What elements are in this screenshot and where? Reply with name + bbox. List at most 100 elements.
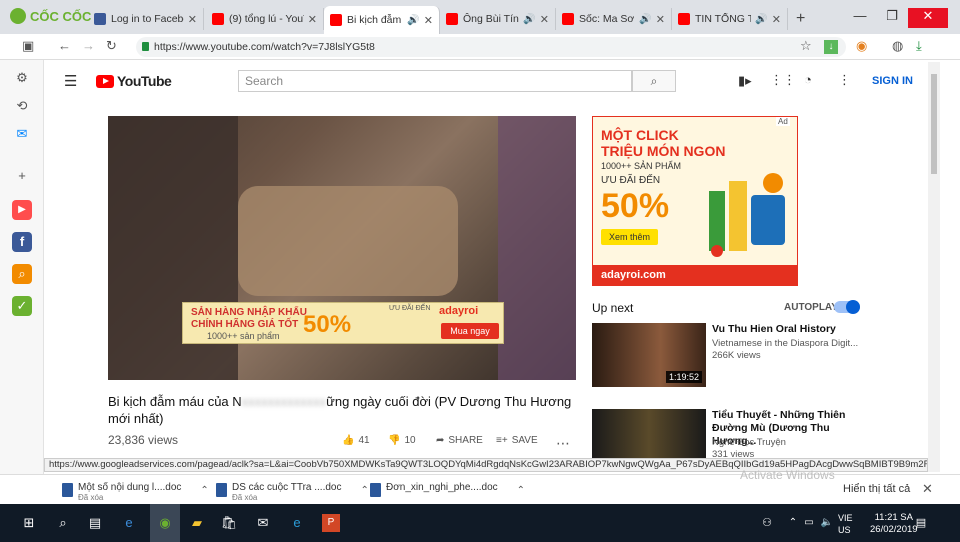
input-language[interactable]: VIE US xyxy=(838,512,853,536)
network-icon[interactable]: ▭ xyxy=(800,514,818,532)
download-item[interactable]: Một số nội dung l....doc Đã xóa ⌃ xyxy=(62,482,209,502)
people-icon[interactable]: ⚇ xyxy=(758,514,776,532)
tab-title: TIN TỔNG TRỌN xyxy=(695,13,751,25)
taskbar-clock[interactable]: 11:21 SA 26/02/2019 xyxy=(870,512,918,536)
menu-icon[interactable]: ☰ xyxy=(64,72,77,90)
store-icon[interactable]: 🛍 xyxy=(220,514,238,532)
history-icon[interactable]: ⟲ xyxy=(12,96,32,116)
more-actions-icon[interactable]: ⋯ xyxy=(556,435,570,452)
tab-ma-so[interactable]: Sốc: Ma Sơ Vui V 🔊 ✕ xyxy=(556,8,672,30)
messenger-icon[interactable]: ✉ xyxy=(12,124,32,144)
chevron-up-icon[interactable]: ⌃ xyxy=(517,485,525,496)
taskbar-search-icon[interactable]: ⌕ xyxy=(54,514,72,532)
address-bar[interactable]: https://www.youtube.com/watch?v=7J8lslYG… xyxy=(136,37,846,57)
tab-bui-tin[interactable]: Ông Bùi Tín tiết l 🔊 ✕ xyxy=(440,8,556,30)
restore-icon[interactable]: ❐ xyxy=(878,8,906,28)
close-tab-icon[interactable]: ✕ xyxy=(540,13,549,26)
speaker-icon[interactable]: 🔊 xyxy=(407,15,419,26)
create-video-icon[interactable]: ▮▸ xyxy=(738,73,752,89)
download-extension-icon[interactable]: ↓ xyxy=(824,40,838,54)
sidebar-toggle-icon[interactable]: ▣ xyxy=(22,38,34,54)
internet-explorer-icon[interactable]: e xyxy=(288,514,306,532)
download-status: Đã xóa xyxy=(78,493,104,502)
youtube-logo[interactable]: YouTube xyxy=(96,73,172,89)
speaker-icon[interactable]: 🔊 xyxy=(755,14,767,25)
video-overlay-ad[interactable]: SẢN HÀNG NHẬP KHẨU CHÍNH HÃNG GIÁ TỐT 10… xyxy=(182,302,504,344)
ad-see-more-button[interactable]: Xem thêm xyxy=(601,229,659,245)
save-button[interactable]: ≡+ SAVE xyxy=(496,435,538,446)
ad-small-text: ƯU ĐÃI ĐẾN xyxy=(389,305,431,312)
share-icon: ➦ xyxy=(436,435,445,446)
close-tab-icon[interactable]: ✕ xyxy=(188,13,197,26)
minimize-icon[interactable]: — xyxy=(846,8,874,28)
video-thumbnail[interactable] xyxy=(592,409,706,459)
download-icon[interactable]: ⤓ xyxy=(916,38,922,54)
extension-icon[interactable]: ◉ xyxy=(856,38,867,54)
close-download-shelf-icon[interactable]: ✕ xyxy=(922,481,933,497)
task-view-icon[interactable]: ▤ xyxy=(86,514,104,532)
reload-icon[interactable]: ↻ xyxy=(106,38,117,54)
volume-icon[interactable]: 🔈 xyxy=(818,514,836,532)
file-explorer-icon[interactable]: ▰ xyxy=(188,514,206,532)
autoplay-toggle[interactable] xyxy=(834,300,860,314)
ad-line-1: SẢN HÀNG NHẬP KHẨU xyxy=(191,307,307,318)
search-panel-icon[interactable]: ⌕ xyxy=(12,264,32,284)
close-tab-icon[interactable]: ✕ xyxy=(772,13,781,26)
forward-icon[interactable]: → xyxy=(82,38,95,53)
messages-icon[interactable]: ◔ xyxy=(804,72,812,87)
close-tab-icon[interactable]: ✕ xyxy=(424,14,433,27)
bookmark-star-icon[interactable]: ☆ xyxy=(800,38,812,54)
windows-start-icon[interactable]: ⊞ xyxy=(20,514,38,532)
profile-icon[interactable]: ◍ xyxy=(892,38,903,54)
browser-brand[interactable]: CỐC CỐC xyxy=(10,8,91,24)
facebook-panel-icon[interactable]: f xyxy=(12,232,32,252)
close-tab-icon[interactable]: ✕ xyxy=(308,13,317,26)
clock-date: 26/02/2019 xyxy=(870,524,918,535)
tab-facebook[interactable]: Log in to Facebook | F ✕ xyxy=(88,8,204,30)
close-window-icon[interactable]: ✕ xyxy=(908,8,948,28)
sign-in-button[interactable]: SIGN IN xyxy=(872,75,913,87)
download-item[interactable]: DS các cuộc TTra ....doc Đã xóa ⌃ xyxy=(216,482,369,502)
page-scrollbar[interactable] xyxy=(928,62,940,472)
edge-icon[interactable]: e xyxy=(120,514,138,532)
download-filename: Đơn_xin_nghi_phe....doc xyxy=(386,482,498,493)
like-button[interactable]: 👍 41 xyxy=(342,435,370,446)
download-item[interactable]: Đơn_xin_nghi_phe....doc ⌃ xyxy=(370,482,525,497)
close-tab-icon[interactable]: ✕ xyxy=(656,13,665,26)
mail-icon[interactable]: ✉ xyxy=(254,514,272,532)
toggle-knob xyxy=(846,300,860,314)
scrollbar-thumb[interactable] xyxy=(931,74,937,174)
search-button[interactable]: ⌕ xyxy=(632,70,676,92)
speaker-icon[interactable]: 🔊 xyxy=(523,14,535,25)
tab-youtube-tonglu[interactable]: (9) tổng lú - YouTube ✕ xyxy=(206,8,324,30)
show-all-downloads-button[interactable]: Hiển thị tất cả xyxy=(843,483,910,495)
ad-badge[interactable]: Ad xyxy=(776,117,790,126)
new-tab-icon[interactable]: + xyxy=(796,10,805,28)
apps-grid-icon[interactable]: ⋮⋮ xyxy=(770,72,796,88)
coccoc-panel-icon[interactable]: ✓ xyxy=(12,296,32,316)
video-thumbnail[interactable]: 1:19:52 xyxy=(592,323,706,387)
more-options-icon[interactable]: ⋮ xyxy=(838,72,851,88)
tab-tin-tong[interactable]: TIN TỔNG TRỌN 🔊 ✕ xyxy=(672,8,788,30)
powerpoint-icon[interactable]: P xyxy=(322,514,340,532)
search-icon: ⌕ xyxy=(650,74,658,88)
share-button[interactable]: ➦ SHARE xyxy=(436,435,483,446)
back-icon[interactable]: ← xyxy=(58,38,71,53)
chevron-up-icon[interactable]: ⌃ xyxy=(200,485,208,496)
settings-icon[interactable]: ⚙ xyxy=(12,68,32,88)
youtube-panel-icon[interactable]: ▶ xyxy=(12,200,32,220)
video-player[interactable]: SẢN HÀNG NHẬP KHẨU CHÍNH HÃNG GIÁ TỐT 10… xyxy=(108,116,576,380)
add-panel-icon[interactable]: + xyxy=(12,166,32,186)
sidebar-ad[interactable]: MỘT CLICK TRIỆU MÓN NGON 1000++ SẢN PHẨM… xyxy=(592,116,798,286)
coccoc-taskbar-icon[interactable]: ◉ xyxy=(156,514,174,532)
speaker-icon[interactable]: 🔊 xyxy=(639,14,651,25)
action-center-icon[interactable]: ▤ xyxy=(912,514,930,532)
youtube-header: ☰ YouTube Search ⌕ ▮▸ ⋮⋮ ◔ ⋮ SIGN IN xyxy=(44,62,928,100)
ad-buy-button[interactable]: Mua ngay xyxy=(441,323,499,339)
suggested-video-title[interactable]: Vu Thu Hien Oral History xyxy=(712,323,862,336)
search-input[interactable]: Search xyxy=(238,70,632,92)
dislike-button[interactable]: 👎 10 xyxy=(388,435,416,446)
tab-active-video[interactable]: Bi kịch đẫm máu 🔊 ✕ xyxy=(324,6,440,34)
chevron-up-icon[interactable]: ⌃ xyxy=(360,485,368,496)
suggested-video-channel: Nghe Đọc Truyện xyxy=(712,437,786,448)
